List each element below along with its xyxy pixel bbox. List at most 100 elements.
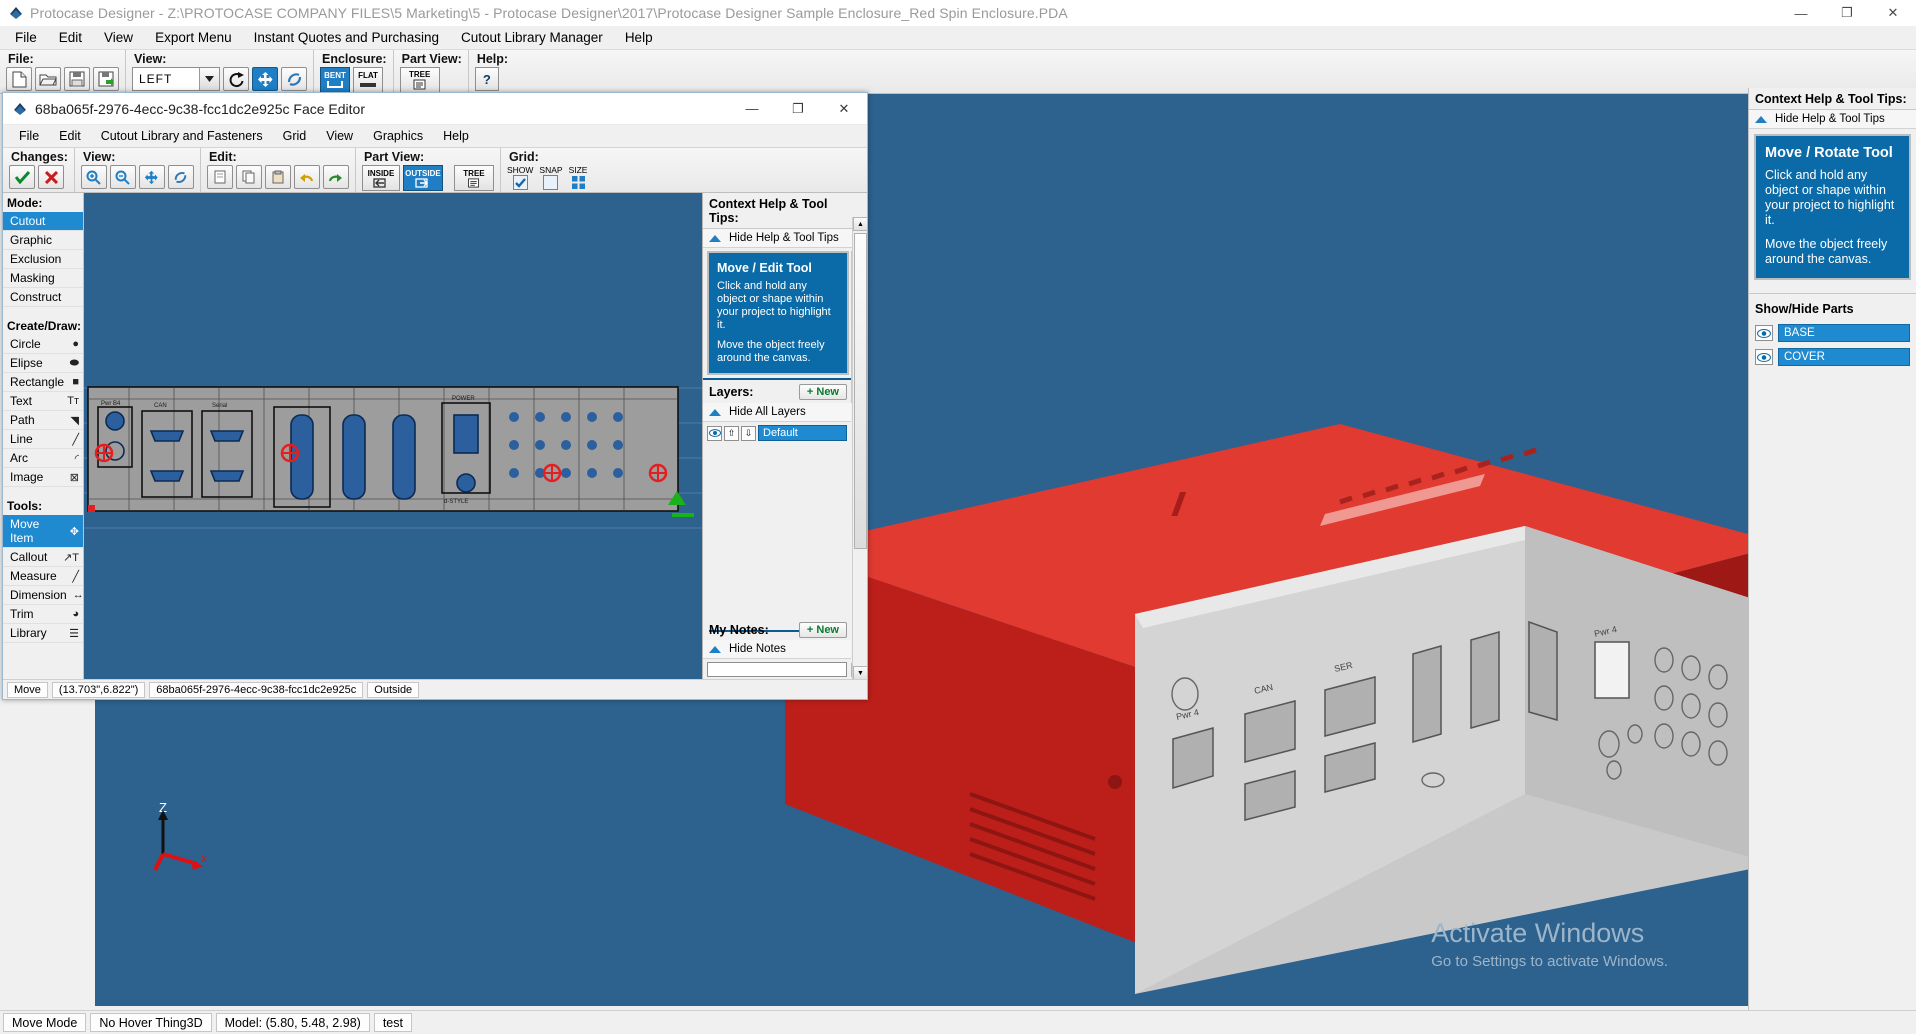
menu-edit[interactable]: Edit <box>48 27 93 48</box>
apply-check-icon[interactable] <box>9 165 35 189</box>
right-panel-scrollbar[interactable]: ▲ ▼ <box>852 217 867 680</box>
notes-new-button[interactable]: + New <box>799 622 847 638</box>
fe-menu-view[interactable]: View <box>316 127 363 145</box>
move-layer-down-icon[interactable]: ⇩ <box>741 426 756 441</box>
part-name-cover[interactable]: COVER <box>1778 348 1910 366</box>
draw-item-elipse[interactable]: Elipse⬬ <box>3 354 83 373</box>
eye-icon[interactable] <box>1755 325 1773 341</box>
part-row-base[interactable]: BASE <box>1749 322 1916 346</box>
pan-icon[interactable] <box>139 165 165 189</box>
fe-group-partview-label: Part View: <box>364 150 494 164</box>
mode-item-exclusion[interactable]: Exclusion <box>3 250 83 269</box>
zoom-in-icon[interactable] <box>81 165 107 189</box>
rotate-icon[interactable] <box>223 67 249 91</box>
layer-row-default[interactable]: ⇧ ⇩ Default <box>703 422 851 444</box>
grid-size-button[interactable]: SIZE <box>569 165 588 190</box>
eye-icon[interactable] <box>707 426 722 441</box>
face-editor-window[interactable]: 68ba065f-2976-4ecc-9c38-fcc1dc2e925c Fac… <box>2 92 868 700</box>
tool-item-library[interactable]: Library☰ <box>3 624 83 643</box>
scroll-up-icon[interactable]: ▲ <box>853 217 868 231</box>
grid-snap-check[interactable]: SNAP <box>539 165 562 190</box>
enclosure-flat-button[interactable]: FLAT <box>353 67 383 93</box>
mode-item-cutout[interactable]: Cutout <box>3 212 83 231</box>
minimize-button[interactable]: — <box>1778 0 1824 26</box>
view-select[interactable]: LEFT <box>132 67 220 91</box>
redo-icon[interactable] <box>323 165 349 189</box>
face-drawing[interactable]: Pwr B4 CAN Serial POWER d-STYLE <box>84 193 704 680</box>
draw-item-path[interactable]: Path◥ <box>3 411 83 430</box>
menu-export[interactable]: Export Menu <box>144 27 243 48</box>
fe-menu-help[interactable]: Help <box>433 127 479 145</box>
fe-menu-grid[interactable]: Grid <box>273 127 317 145</box>
partview-tree-button[interactable]: TREE <box>454 165 494 191</box>
checkbox-unchecked-icon[interactable] <box>543 175 558 190</box>
fe-menu-edit[interactable]: Edit <box>49 127 91 145</box>
tool-item-callout[interactable]: Callout↗T <box>3 548 83 567</box>
part-row-cover[interactable]: COVER <box>1749 346 1916 370</box>
partview-outside-button[interactable]: OUTSIDE <box>403 165 443 191</box>
tool-item-measure[interactable]: Measure╱ <box>3 567 83 586</box>
fe-minimize-button[interactable]: — <box>729 93 775 125</box>
chevron-down-icon[interactable] <box>199 68 219 90</box>
enclosure-bent-button[interactable]: BENT <box>320 67 350 93</box>
fe-restore-button[interactable]: ❐ <box>775 93 821 125</box>
menu-help[interactable]: Help <box>614 27 664 48</box>
checkbox-checked-icon[interactable] <box>513 175 528 190</box>
layer-name-default[interactable]: Default <box>758 425 847 441</box>
fe-menu-graphics[interactable]: Graphics <box>363 127 433 145</box>
hide-help-toggle[interactable]: Hide Help & Tool Tips <box>1749 110 1916 129</box>
grid-show-check[interactable]: SHOW <box>507 165 533 190</box>
menu-file[interactable]: File <box>4 27 48 48</box>
pan-icon[interactable] <box>252 67 278 91</box>
draw-item-arc[interactable]: Arc◜ <box>3 449 83 468</box>
notes-input[interactable] <box>707 662 847 677</box>
spin-icon[interactable] <box>281 67 307 91</box>
restore-button[interactable]: ❐ <box>1824 0 1870 26</box>
hide-all-layers-toggle[interactable]: Hide All Layers <box>703 403 851 422</box>
part-name-base[interactable]: BASE <box>1778 324 1910 342</box>
tool-item-move[interactable]: Move Item✥ <box>3 515 83 548</box>
menu-cutout-library-manager[interactable]: Cutout Library Manager <box>450 27 614 48</box>
paste-icon[interactable] <box>265 165 291 189</box>
draw-item-circle[interactable]: Circle● <box>3 335 83 354</box>
partview-tree-button[interactable]: TREE <box>400 67 440 93</box>
face-editor-right-panel: Context Help & Tool Tips: Hide Help & To… <box>702 193 867 680</box>
grid-size-icon[interactable] <box>571 175 586 190</box>
save-as-file-icon[interactable] <box>93 67 119 91</box>
new-file-icon[interactable] <box>6 67 32 91</box>
right-sidebar: Context Help & Tool Tips: Hide Help & To… <box>1748 88 1916 1012</box>
layers-new-button[interactable]: + New <box>799 384 847 400</box>
move-layer-up-icon[interactable]: ⇧ <box>724 426 739 441</box>
open-file-icon[interactable] <box>35 67 61 91</box>
mode-item-masking[interactable]: Masking <box>3 269 83 288</box>
tool-item-dimension[interactable]: Dimension↔ <box>3 586 83 605</box>
menu-view[interactable]: View <box>93 27 144 48</box>
cut-icon[interactable] <box>207 165 233 189</box>
fe-menu-file[interactable]: File <box>9 127 49 145</box>
menu-instant-quotes[interactable]: Instant Quotes and Purchasing <box>243 27 450 48</box>
fe-hide-help-toggle[interactable]: Hide Help & Tool Tips <box>703 229 867 248</box>
help-question-icon[interactable]: ? <box>475 67 499 91</box>
partview-inside-button[interactable]: INSIDE <box>362 165 400 191</box>
draw-item-image[interactable]: Image⊠ <box>3 468 83 487</box>
draw-item-rectangle[interactable]: Rectangle■ <box>3 373 83 392</box>
copy-icon[interactable] <box>236 165 262 189</box>
scroll-thumb[interactable] <box>854 233 867 549</box>
zoom-out-icon[interactable] <box>110 165 136 189</box>
close-button[interactable]: ✕ <box>1870 0 1916 26</box>
refresh-icon[interactable] <box>168 165 194 189</box>
cancel-x-icon[interactable] <box>38 165 64 189</box>
fe-menu-cutout-library[interactable]: Cutout Library and Fasteners <box>91 127 273 145</box>
save-file-icon[interactable] <box>64 67 90 91</box>
undo-icon[interactable] <box>294 165 320 189</box>
eye-icon[interactable] <box>1755 349 1773 365</box>
hide-notes-toggle[interactable]: Hide Notes <box>703 640 851 659</box>
face-editor-canvas[interactable]: Pwr B4 CAN Serial POWER d-STYLE <box>84 193 704 680</box>
mode-item-construct[interactable]: Construct <box>3 288 83 307</box>
tool-item-trim[interactable]: Trim◕ <box>3 605 83 624</box>
fe-close-button[interactable]: ✕ <box>821 93 867 125</box>
draw-item-text[interactable]: TextTᴛ <box>3 392 83 411</box>
draw-item-line[interactable]: Line╱ <box>3 430 83 449</box>
scroll-down-icon[interactable]: ▼ <box>853 666 868 680</box>
mode-item-graphic[interactable]: Graphic <box>3 231 83 250</box>
